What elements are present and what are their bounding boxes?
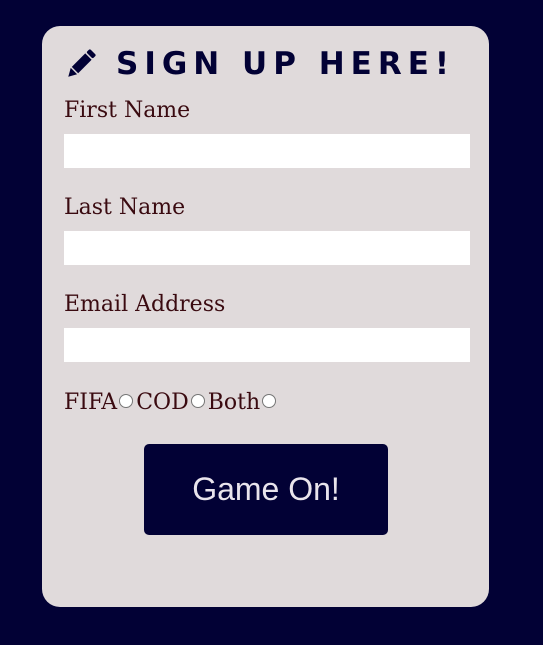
last-name-field[interactable]: [64, 231, 470, 265]
radio-fifa[interactable]: [119, 393, 134, 408]
form-title: SIGN UP HERE!: [116, 46, 456, 82]
first-name-field[interactable]: [64, 134, 470, 168]
game-choice-group: FIFA COD Both: [64, 390, 279, 415]
radio-label-cod: COD: [136, 390, 189, 415]
email-label: Email Address: [64, 292, 226, 317]
form-header: SIGN UP HERE!: [64, 46, 455, 82]
radio-both[interactable]: [262, 393, 277, 408]
signup-card: SIGN UP HERE! First Name Last Name Email…: [42, 26, 489, 607]
radio-cod[interactable]: [190, 393, 205, 408]
first-name-label: First Name: [64, 98, 191, 123]
email-field[interactable]: [64, 328, 470, 362]
pencil-icon: [64, 47, 98, 81]
radio-label-fifa: FIFA: [64, 390, 118, 415]
radio-label-both: Both: [207, 390, 261, 415]
last-name-label: Last Name: [64, 195, 186, 220]
game-on-button[interactable]: Game On!: [144, 444, 388, 535]
